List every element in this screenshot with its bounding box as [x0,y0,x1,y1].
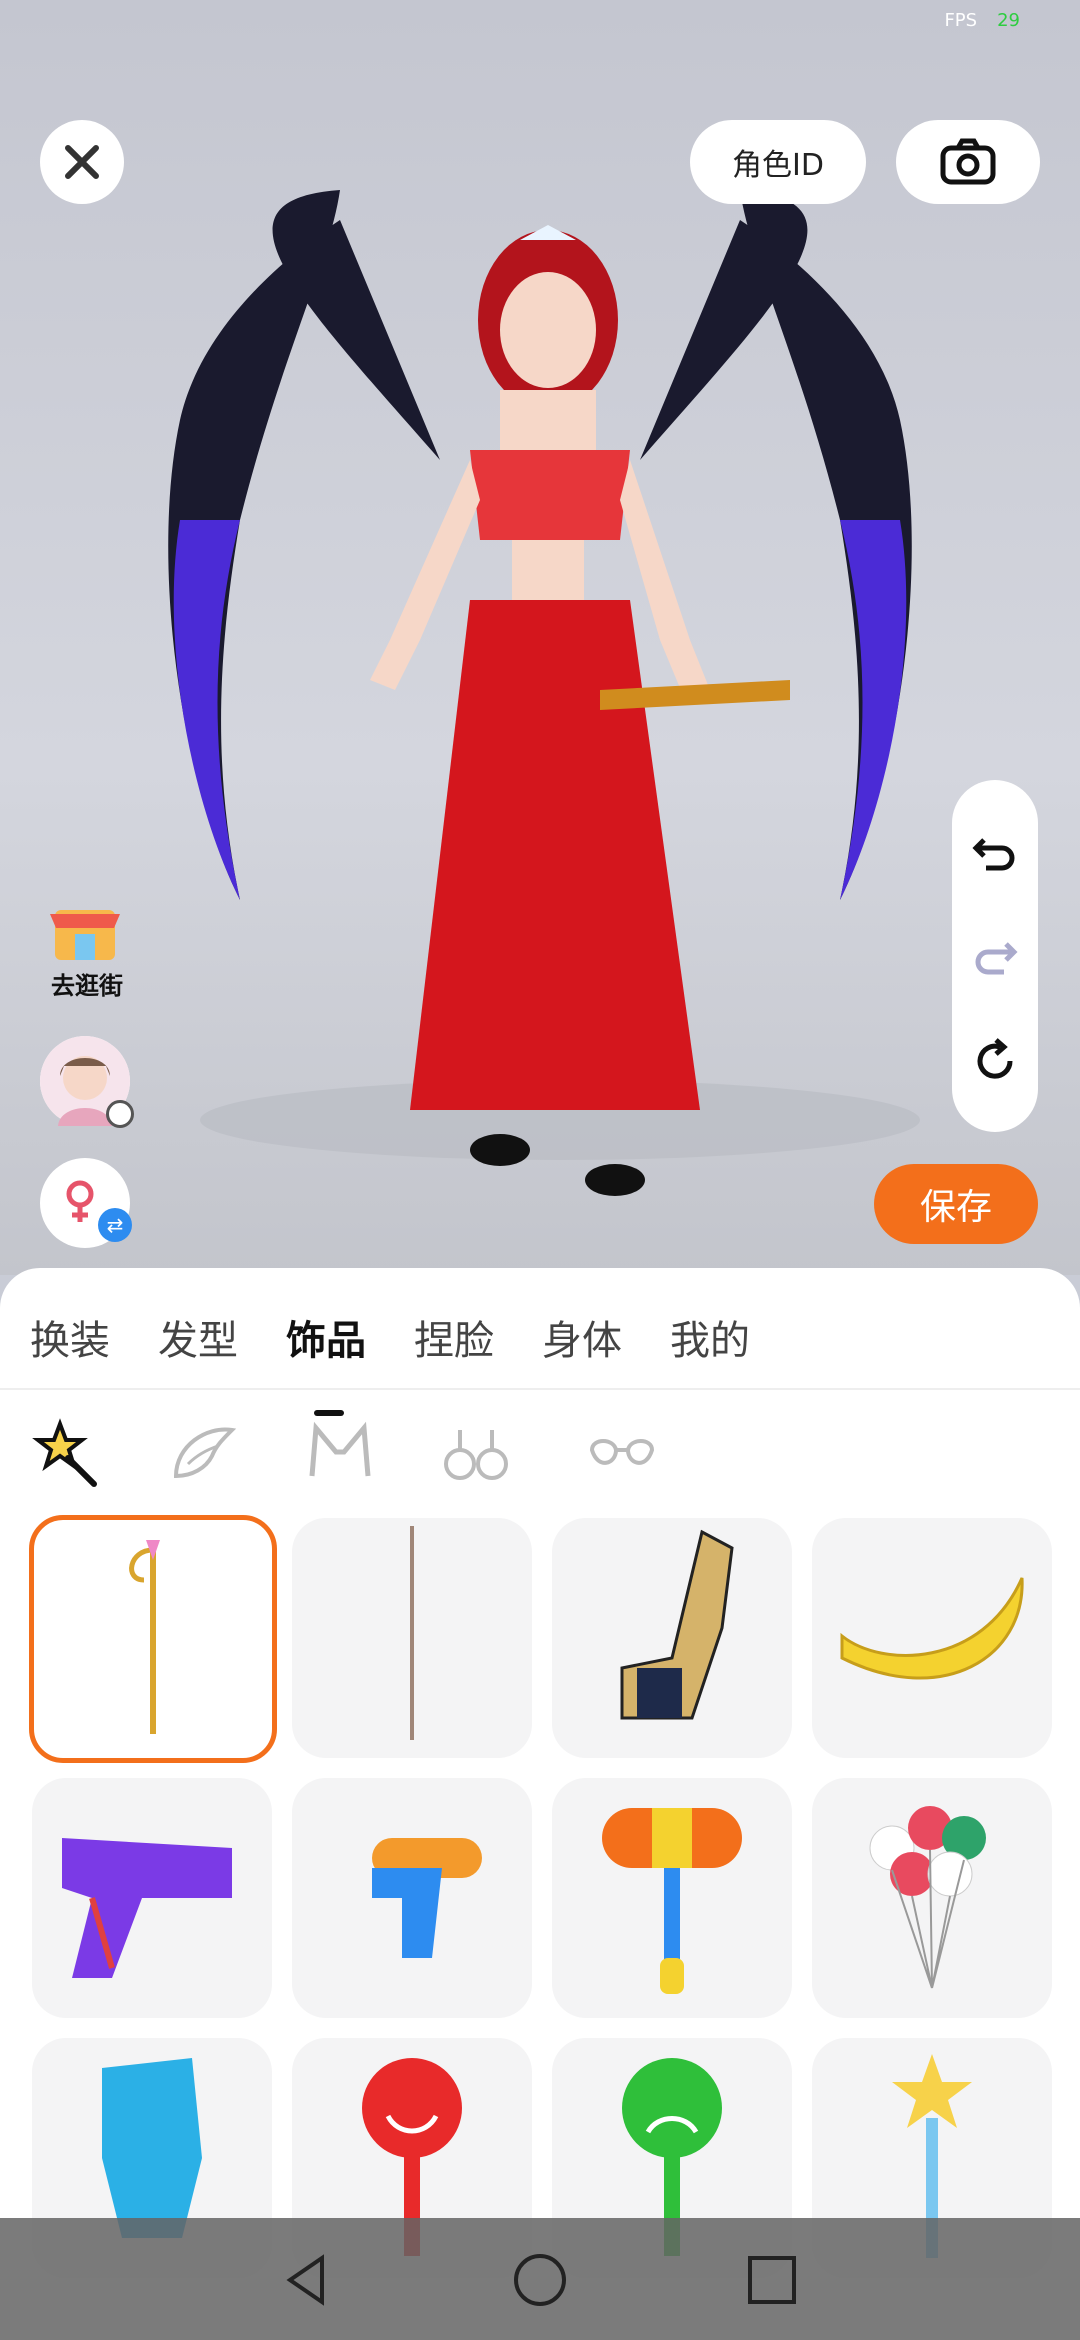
tab-face[interactable]: 捏脸 [414,1308,494,1366]
role-id-button[interactable]: 角色ID [690,120,866,204]
save-button[interactable]: 保存 [874,1164,1038,1244]
item-toy-hammer[interactable] [552,1778,792,2018]
back-icon[interactable] [278,2250,338,2310]
gauntlet-icon [620,1529,734,1720]
save-label: 保存 [919,1187,992,1228]
water-gun-icon [372,1838,482,1958]
wing-icon[interactable] [166,1416,242,1492]
avatar-stage[interactable]: FPS 29 角色ID 保存 去逛街 ⇄ [0,0,1080,1275]
item-banana[interactable] [812,1518,1052,1758]
divider [0,1388,1080,1390]
earrings-icon[interactable] [438,1416,514,1492]
recents-icon[interactable] [742,2250,802,2310]
ears-icon[interactable] [302,1416,378,1492]
close-button[interactable] [40,120,124,204]
close-icon [65,145,99,179]
undo-icon[interactable] [970,828,1020,878]
pistol-icon [62,1838,232,1978]
hammer-icon [602,1808,742,1994]
history-controls [952,780,1038,1132]
banana-icon [840,1577,1024,1680]
item-beaded-wand[interactable] [292,1518,532,1758]
tab-outfit[interactable]: 换装 [30,1308,110,1366]
category-tabs: 换装 发型 饰品 捏脸 身体 我的 [30,1308,750,1416]
avatar-profile-button[interactable] [40,1036,134,1128]
item-gauntlet-blade[interactable] [552,1518,792,1758]
item-purple-pistol[interactable] [32,1778,272,2018]
hide-badge-icon [106,1100,134,1128]
customization-panel: 换装 发型 饰品 捏脸 身体 我的 [0,1268,1080,2340]
swap-icon: ⇄ [98,1208,132,1242]
camera-icon [940,138,996,185]
gender-switch-button[interactable]: ⇄ [40,1158,132,1248]
accessory-subcategories [30,1416,670,1492]
redo-icon[interactable] [970,932,1020,982]
role-id-label: 角色ID [732,148,824,183]
glasses-icon[interactable] [574,1416,670,1492]
home-icon[interactable] [510,2250,570,2310]
item-golden-staff[interactable] [29,1515,277,1763]
shop-label: 去逛街 [51,972,123,1000]
screenshot-button[interactable] [896,120,1040,204]
item-balloons[interactable] [812,1778,1052,2018]
reset-icon[interactable] [970,1036,1020,1086]
balloons-icon [869,1806,986,1989]
wand-icon[interactable] [30,1416,106,1492]
tab-body[interactable]: 身体 [542,1308,622,1366]
tab-hair[interactable]: 发型 [158,1308,238,1366]
shop-icon [50,910,120,960]
staff-icon [129,1540,160,1734]
item-water-gun[interactable] [292,1778,532,2018]
system-nav-bar [0,2218,1080,2340]
wand-item-icon [410,1526,414,1740]
tab-accessories[interactable]: 饰品 [286,1308,366,1416]
tab-mine[interactable]: 我的 [670,1308,750,1366]
